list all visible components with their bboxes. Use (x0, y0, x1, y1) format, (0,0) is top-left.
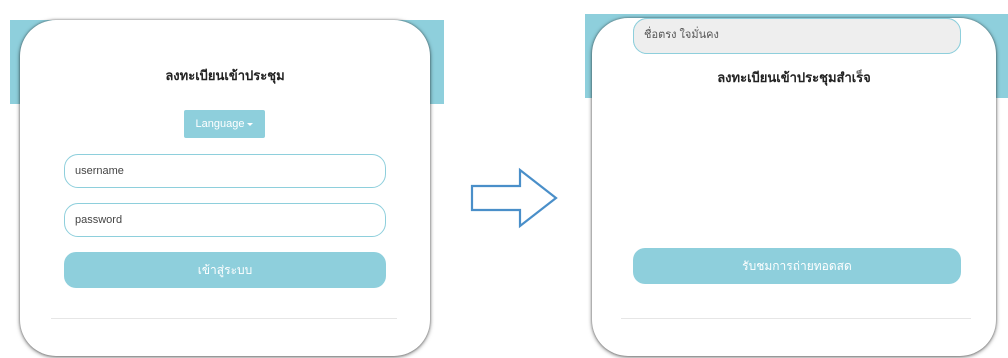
login-button[interactable]: เข้าสู่ระบบ (64, 252, 386, 288)
arrow-right-icon (470, 167, 558, 229)
caret-down-icon (247, 122, 254, 126)
footer-divider (51, 318, 397, 319)
username-input[interactable] (64, 154, 386, 188)
footer-divider (621, 318, 971, 319)
attendee-name-field: ชื่อตรง ใจมั่นคง (633, 18, 961, 54)
success-card-title: ลงทะเบียนเข้าประชุมสำเร็จ (717, 71, 871, 86)
login-card-title: ลงทะเบียนเข้าประชุม (165, 69, 285, 84)
login-card: ลงทะเบียนเข้าประชุม Language เข้าสู่ระบบ (20, 20, 430, 356)
success-card: ลงทะเบียนเข้าประชุมสำเร็จ 7047584172 ชื่… (592, 18, 996, 356)
comparison-stage: ลงทะเบียนเข้าประชุม Language เข้าสู่ระบบ… (0, 0, 1008, 358)
language-button-label: Language (195, 118, 245, 130)
watch-live-button[interactable]: รับชมการถ่ายทอดสด (633, 248, 961, 284)
password-input[interactable] (64, 203, 386, 237)
language-dropdown-button[interactable]: Language (184, 110, 265, 138)
